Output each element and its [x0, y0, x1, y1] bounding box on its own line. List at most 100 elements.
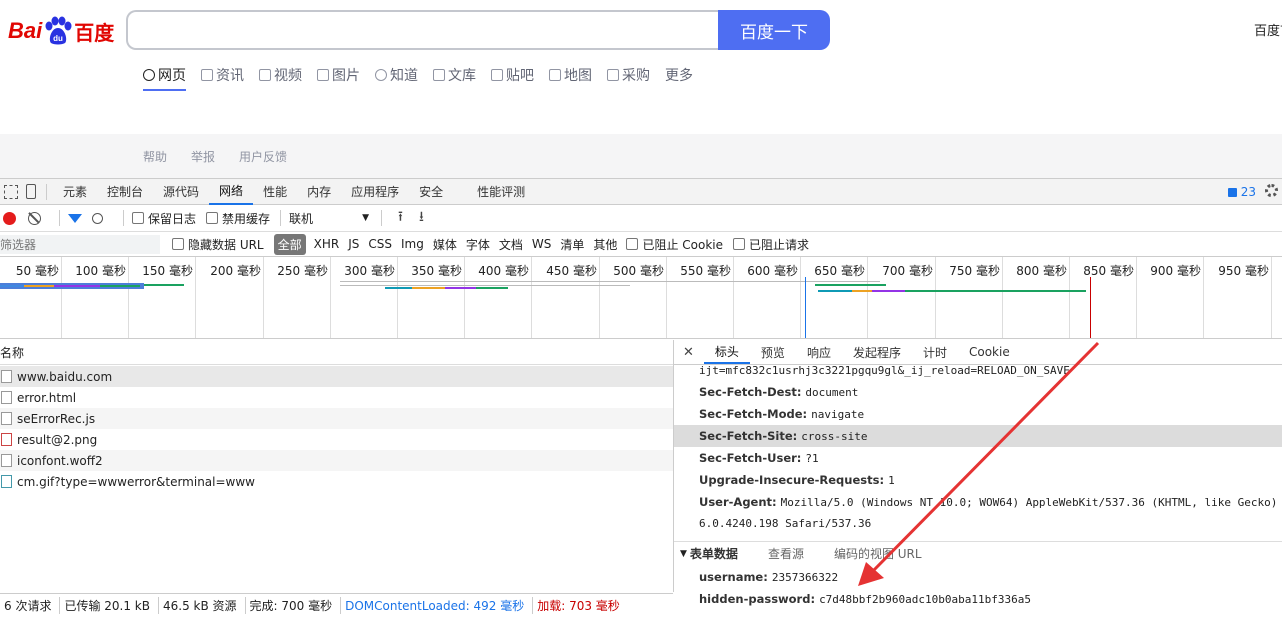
- tab-elements[interactable]: 元素: [53, 179, 97, 205]
- checkbox-box[interactable]: [132, 212, 144, 224]
- blocked-requests-checkbox[interactable]: 已阻止请求: [732, 236, 809, 253]
- top-right-link[interactable]: 百度首: [1254, 20, 1282, 39]
- gear-icon[interactable]: [1265, 184, 1278, 197]
- form-data-row[interactable]: username: 2357366322: [674, 566, 1282, 588]
- hide-data-urls-checkbox[interactable]: 隐藏数据 URL: [172, 236, 264, 253]
- nav-item-video[interactable]: 视频: [259, 62, 302, 88]
- import-har-icon[interactable]: ⭱: [398, 206, 403, 230]
- nav-item-zhidao[interactable]: 知道: [375, 62, 418, 88]
- nav-item-purchase[interactable]: 采购: [607, 62, 650, 88]
- footer-link-report[interactable]: 举报: [191, 148, 215, 165]
- timeline-tick: 100 毫秒: [75, 257, 129, 338]
- header-row[interactable]: Sec-Fetch-Site: cross-site: [674, 425, 1282, 447]
- header-row[interactable]: Sec-Fetch-User: ?1: [674, 447, 1282, 469]
- header-row[interactable]: User-Agent: Mozilla/5.0 (Windows NT 10.0;…: [674, 491, 1282, 513]
- nav-item-wenku[interactable]: 文库: [433, 62, 476, 88]
- footer-link-help[interactable]: 帮助: [143, 148, 167, 165]
- filter-icon[interactable]: [68, 213, 82, 223]
- timeline-bar: [805, 277, 806, 338]
- checkbox-label: 禁用缓存: [222, 211, 271, 226]
- nav-label: 采购: [622, 68, 650, 84]
- search-input[interactable]: [126, 10, 720, 50]
- filter-type-doc[interactable]: 文档: [499, 236, 523, 253]
- checkbox-box[interactable]: [626, 238, 639, 250]
- tab-application[interactable]: 应用程序: [341, 179, 409, 205]
- nav-item-tieba[interactable]: 贴吧: [491, 62, 534, 88]
- filter-type-xhr[interactable]: XHR: [314, 237, 340, 251]
- filter-input[interactable]: 筛选器: [0, 234, 160, 254]
- filter-type-ws[interactable]: WS: [532, 237, 551, 251]
- filter-type-img[interactable]: Img: [401, 237, 424, 251]
- filter-type-all[interactable]: 全部: [273, 233, 306, 255]
- tab-performance[interactable]: 性能: [253, 179, 297, 205]
- header-value: cross-site: [801, 429, 868, 443]
- nav-label: 视频: [274, 68, 302, 84]
- timeline-bar: [144, 284, 184, 286]
- tab-network[interactable]: 网络: [209, 179, 254, 205]
- timeline-bar: [0, 285, 24, 287]
- request-row[interactable]: iconfont.woff2: [0, 450, 673, 471]
- timeline-tick: 900 毫秒: [1150, 257, 1204, 338]
- checkbox-box[interactable]: [172, 238, 184, 250]
- filter-type-js[interactable]: JS: [348, 237, 359, 251]
- header-row[interactable]: 6.0.4240.198 Safari/537.36: [674, 512, 1282, 534]
- timeline-bar: [412, 287, 445, 289]
- timeline-bar: [100, 285, 140, 287]
- tab-security[interactable]: 安全: [409, 179, 453, 205]
- status-transferred: 已传输 20.1 kB: [60, 597, 159, 614]
- form-data-title[interactable]: 表单数据: [690, 545, 738, 562]
- view-url-encoded-link[interactable]: 编码的视图 URL: [834, 545, 922, 562]
- nav-item-web[interactable]: 网页: [143, 62, 186, 91]
- form-data-value: 2357366322: [771, 570, 839, 584]
- baidu-logo[interactable]: Bai du 百度: [8, 14, 114, 48]
- filter-type-media[interactable]: 媒体: [433, 236, 457, 253]
- clear-icon[interactable]: [28, 211, 41, 225]
- device-toolbar-icon[interactable]: [26, 184, 36, 199]
- search-button[interactable]: 百度一下: [718, 10, 830, 50]
- filter-type-css[interactable]: CSS: [368, 237, 392, 251]
- issues-count: 23: [1240, 185, 1256, 199]
- tab-sources[interactable]: 源代码: [153, 179, 209, 205]
- blocked-cookies-checkbox[interactable]: 已阻止 Cookie: [626, 236, 723, 253]
- nav-item-map[interactable]: 地图: [549, 62, 592, 88]
- form-data-row[interactable]: hidden-password: c7d48bbf2b960adc10b0aba1…: [674, 588, 1282, 610]
- nav-item-images[interactable]: 图片: [317, 62, 360, 88]
- view-source-link[interactable]: 查看源: [768, 545, 804, 562]
- export-har-icon[interactable]: ⭳: [419, 206, 424, 230]
- filter-type-font[interactable]: 字体: [466, 236, 490, 253]
- close-icon[interactable]: ✕: [683, 345, 694, 360]
- timeline-bar: [815, 284, 886, 286]
- tab-memory[interactable]: 内存: [297, 179, 341, 205]
- header-row[interactable]: Sec-Fetch-Mode: navigate: [674, 403, 1282, 425]
- timeline-overview[interactable]: 50 毫秒 100 毫秒 150 毫秒 200 毫秒 250 毫秒 300 毫秒 350 毫…: [0, 257, 1282, 339]
- nav-item-more[interactable]: 更多: [665, 62, 693, 88]
- header-row[interactable]: Sec-Fetch-Dest: document: [674, 381, 1282, 403]
- nav-item-news[interactable]: 资讯: [201, 62, 244, 88]
- throttling-select[interactable]: 联机 ▼: [289, 210, 369, 227]
- checkbox-box[interactable]: [732, 238, 745, 250]
- tab-console[interactable]: 控制台: [97, 179, 153, 205]
- disable-cache-checkbox[interactable]: 禁用缓存: [206, 210, 270, 227]
- request-row[interactable]: error.html: [0, 387, 673, 408]
- header-row[interactable]: ijt=mfc832c1usrhj3c3221pgqu9gl&_ij_reloa…: [674, 359, 1282, 381]
- search-icon[interactable]: [92, 212, 103, 224]
- footer-link-feedback[interactable]: 用户反馈: [239, 148, 287, 165]
- inspect-icon[interactable]: [4, 184, 18, 199]
- filter-type-manifest[interactable]: 清单: [560, 236, 584, 253]
- header-row[interactable]: Upgrade-Insecure-Requests: 1: [674, 469, 1282, 491]
- request-row[interactable]: result@2.png: [0, 429, 673, 450]
- preserve-log-checkbox[interactable]: 保留日志: [132, 210, 196, 227]
- status-bar: 6 次请求 已传输 20.1 kB 46.5 kB 资源 完成: 700 毫秒 …: [0, 593, 673, 617]
- timeline-bar: [340, 285, 630, 286]
- request-row[interactable]: cm.gif?type=wwwerror&terminal=www: [0, 471, 673, 492]
- request-row[interactable]: www.baidu.com: [0, 366, 673, 387]
- filter-type-other[interactable]: 其他: [593, 236, 617, 253]
- tab-lighthouse[interactable]: 性能评测: [467, 179, 535, 205]
- request-row[interactable]: seErrorRec.js: [0, 408, 673, 429]
- header-value: document: [805, 385, 859, 399]
- issues-counter[interactable]: 23: [1227, 185, 1256, 199]
- record-icon[interactable]: [3, 211, 16, 225]
- checkbox-box[interactable]: [206, 212, 219, 224]
- column-name-header[interactable]: 名称: [0, 344, 24, 361]
- triangle-down-icon[interactable]: ▼: [680, 549, 687, 559]
